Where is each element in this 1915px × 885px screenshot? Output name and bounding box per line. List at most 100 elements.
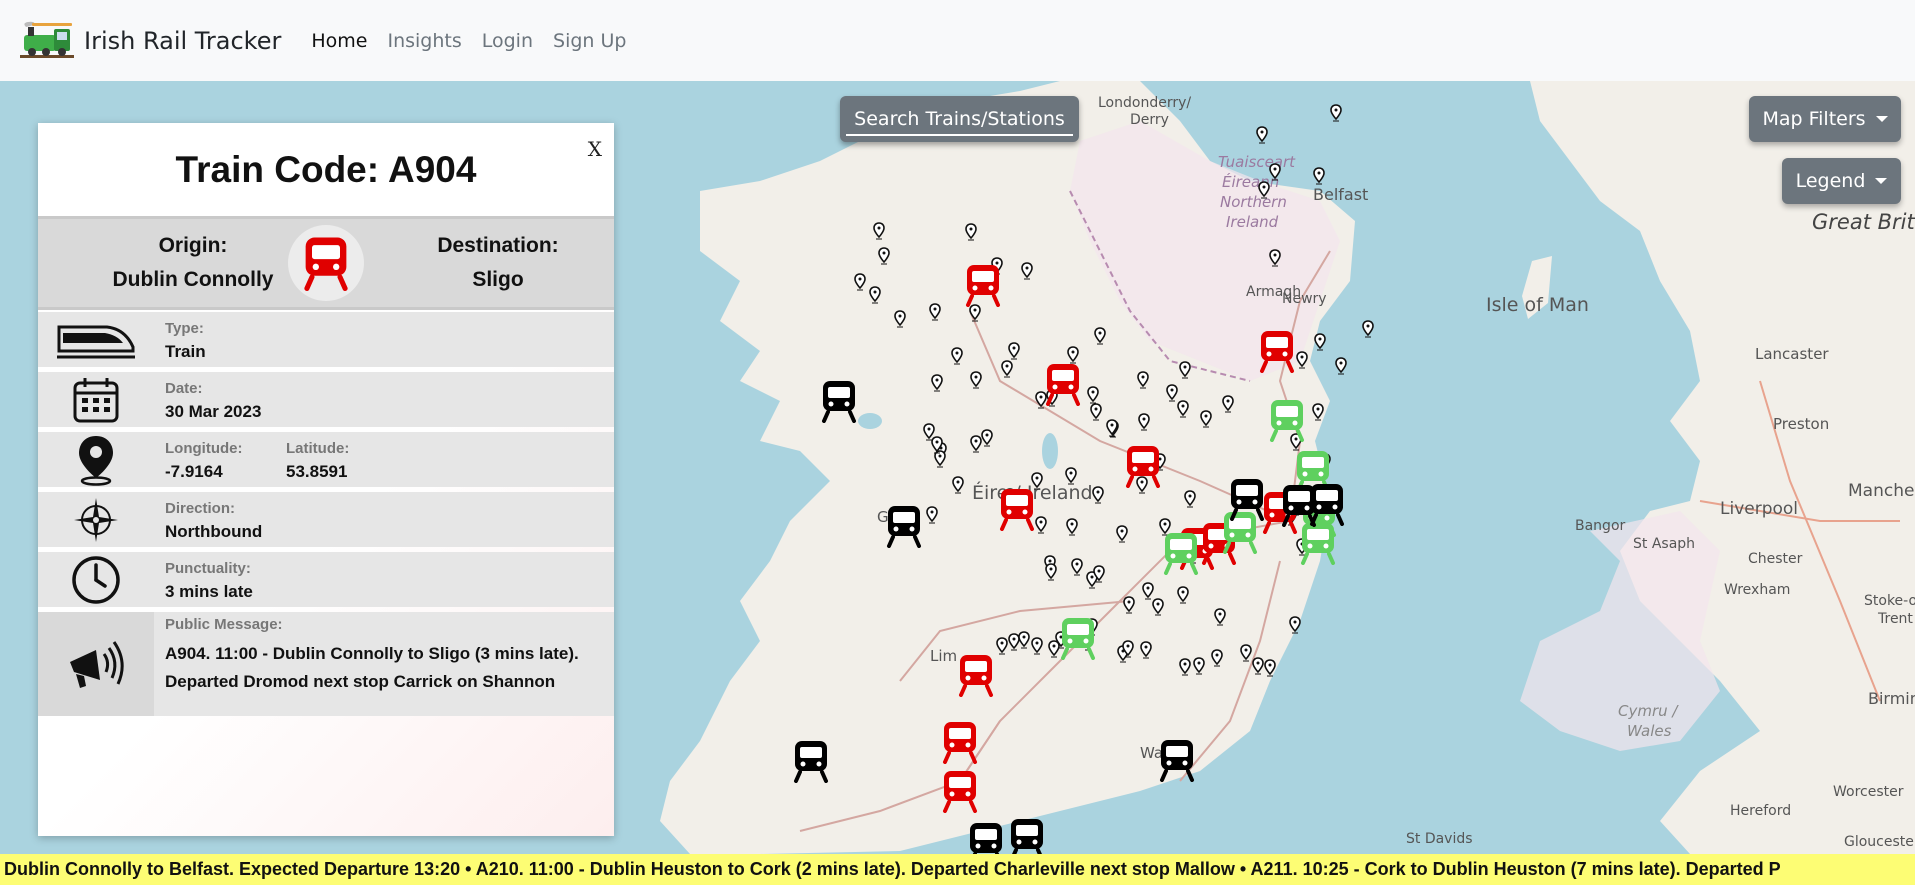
station-pin-icon[interactable] (1116, 525, 1128, 543)
station-pin-icon[interactable] (894, 310, 906, 328)
station-pin-icon[interactable] (1296, 351, 1308, 369)
station-pin-icon[interactable] (931, 436, 943, 454)
train-marker-not-running-icon[interactable] (1158, 738, 1196, 782)
station-pin-icon[interactable] (1093, 565, 1105, 583)
station-pin-icon[interactable] (965, 223, 977, 241)
station-pin-icon[interactable] (1269, 163, 1281, 181)
station-pin-icon[interactable] (951, 347, 963, 365)
station-pin-icon[interactable] (1312, 403, 1324, 421)
station-pin-icon[interactable] (1289, 616, 1301, 634)
station-pin-icon[interactable] (1314, 333, 1326, 351)
train-marker-late-icon[interactable] (1044, 362, 1082, 406)
station-pin-icon[interactable] (1222, 395, 1234, 413)
station-pin-icon[interactable] (1066, 518, 1078, 536)
train-marker-not-running-icon[interactable] (820, 379, 858, 423)
map-label: Londonderry/ (1098, 95, 1192, 111)
train-marker-late-icon[interactable] (1258, 329, 1296, 373)
station-pin-icon[interactable] (996, 637, 1008, 655)
station-pin-icon[interactable] (970, 371, 982, 389)
station-pin-icon[interactable] (1122, 640, 1134, 658)
station-pin-icon[interactable] (1269, 249, 1281, 267)
station-pin-icon[interactable] (926, 506, 938, 524)
station-pin-icon[interactable] (1106, 419, 1118, 437)
map-label: Wrexham (1724, 582, 1791, 598)
station-pin-icon[interactable] (1138, 413, 1150, 431)
train-marker-late-icon[interactable] (957, 653, 995, 697)
station-pin-icon[interactable] (1256, 126, 1268, 144)
station-pin-icon[interactable] (931, 374, 943, 392)
station-pin-icon[interactable] (1031, 637, 1043, 655)
nav-signup[interactable]: Sign Up (553, 30, 626, 52)
station-pin-icon[interactable] (1065, 467, 1077, 485)
train-marker-not-running-icon[interactable] (1228, 477, 1266, 521)
station-pin-icon[interactable] (1018, 631, 1030, 649)
station-pin-icon[interactable] (1008, 342, 1020, 360)
station-pin-icon[interactable] (1001, 360, 1013, 378)
train-marker-not-running-icon[interactable] (967, 821, 1005, 854)
train-marker-on-time-icon[interactable] (1162, 531, 1200, 575)
train-marker-not-running-icon[interactable] (885, 504, 923, 548)
station-pin-icon[interactable] (1166, 384, 1178, 402)
station-pin-icon[interactable] (869, 286, 881, 304)
station-pin-icon[interactable] (1137, 371, 1149, 389)
map-label: Wales (1627, 722, 1672, 740)
station-pin-icon[interactable] (1152, 598, 1164, 616)
map-label: Worcester (1833, 784, 1904, 800)
station-pin-icon[interactable] (1252, 657, 1264, 675)
station-pin-icon[interactable] (1179, 361, 1191, 379)
station-pin-icon[interactable] (1177, 400, 1189, 418)
station-pin-icon[interactable] (1177, 586, 1189, 604)
station-pin-icon[interactable] (1090, 403, 1102, 421)
station-pin-icon[interactable] (1035, 516, 1047, 534)
station-pin-icon[interactable] (1362, 320, 1374, 338)
train-marker-not-running-icon[interactable] (1008, 817, 1046, 854)
train-marker-on-time-icon[interactable] (1268, 398, 1306, 442)
train-marker-late-icon[interactable] (998, 487, 1036, 531)
legend-dropdown[interactable]: Legend (1782, 158, 1901, 204)
station-pin-icon[interactable] (878, 247, 890, 265)
station-pin-icon[interactable] (1335, 357, 1347, 375)
station-pin-icon[interactable] (952, 476, 964, 494)
train-marker-not-running-icon[interactable] (792, 739, 830, 783)
station-pin-icon[interactable] (873, 222, 885, 240)
station-pin-icon[interactable] (1214, 608, 1226, 626)
station-pin-icon[interactable] (1258, 181, 1270, 199)
station-pin-icon[interactable] (929, 303, 941, 321)
station-pin-icon[interactable] (1179, 658, 1191, 676)
train-marker-on-time-icon[interactable] (1059, 616, 1097, 660)
brand[interactable]: Irish Rail Tracker (18, 0, 311, 81)
station-pin-icon[interactable] (1193, 657, 1205, 675)
legend-label: Legend (1795, 170, 1866, 192)
station-pin-icon[interactable] (1094, 327, 1106, 345)
nav-login[interactable]: Login (482, 30, 533, 52)
station-pin-icon[interactable] (1200, 410, 1212, 428)
station-pin-icon[interactable] (1330, 104, 1342, 122)
station-pin-icon[interactable] (1045, 563, 1057, 581)
nav-home[interactable]: Home (311, 30, 367, 52)
station-pin-icon[interactable] (1123, 596, 1135, 614)
origin-destination-row: Origin: Dublin Connolly Destination: Sli… (38, 216, 614, 310)
nav-insights[interactable]: Insights (387, 30, 461, 52)
station-pin-icon[interactable] (1092, 486, 1104, 504)
search-trains-stations-button[interactable]: Search Trains/Stations (840, 96, 1079, 142)
train-marker-late-icon[interactable] (941, 720, 979, 764)
train-marker-late-icon[interactable] (964, 263, 1002, 307)
station-pin-icon[interactable] (854, 273, 866, 291)
station-pin-icon[interactable] (1240, 644, 1252, 662)
station-pin-icon[interactable] (1264, 659, 1276, 677)
map-label: Great Brit (1812, 210, 1915, 234)
map-filters-dropdown[interactable]: Map Filters (1749, 96, 1901, 142)
train-marker-not-running-icon[interactable] (1308, 482, 1346, 526)
station-pin-icon[interactable] (1140, 641, 1152, 659)
station-pin-icon[interactable] (1313, 167, 1325, 185)
station-pin-icon[interactable] (1021, 262, 1033, 280)
station-pin-icon[interactable] (1184, 490, 1196, 508)
train-marker-late-icon[interactable] (941, 769, 979, 813)
station-pin-icon[interactable] (1087, 386, 1099, 404)
calendar-icon (38, 372, 154, 427)
train-marker-late-icon[interactable] (1124, 444, 1162, 488)
train-marker-on-time-icon[interactable] (1299, 521, 1337, 565)
station-pin-icon[interactable] (1211, 649, 1223, 667)
station-pin-icon[interactable] (1071, 558, 1083, 576)
station-pin-icon[interactable] (981, 429, 993, 447)
